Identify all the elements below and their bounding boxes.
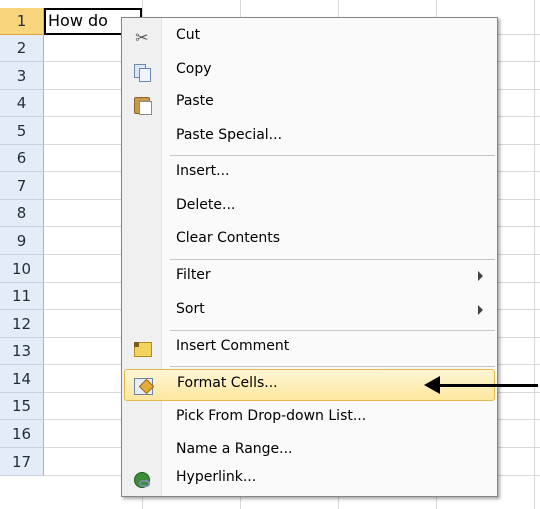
row-header[interactable]: 11 [0,283,44,310]
row-header[interactable]: 1 [0,8,44,35]
menu-item-label: Insert Comment [176,338,290,354]
menu-item-label: Copy [176,61,212,77]
row-header[interactable]: 13 [0,338,44,365]
row-number: 13 [11,342,32,360]
row-number: 14 [11,369,32,388]
menu-item-insert-comment[interactable]: Insert Comment [124,333,495,365]
row-number: 7 [16,176,27,195]
menu-item-label: Filter [176,267,211,283]
menu-item-label: Paste [176,93,214,109]
menu-item-label: Clear Contents [176,230,281,246]
comment-icon [132,339,152,359]
row-number: 2 [16,39,27,57]
submenu-arrow-icon [478,271,483,281]
menu-item-filter[interactable]: Filter [124,262,495,294]
row-number: 12 [11,314,32,333]
paste-icon [132,94,152,115]
menu-item-paste-special[interactable]: Paste Special... [124,122,495,154]
row-header[interactable]: 14 [0,365,44,393]
row-number: 9 [16,231,27,250]
row-header[interactable]: 2 [0,35,44,62]
menu-item-paste[interactable]: Paste [124,88,495,120]
row-number: 5 [16,121,27,140]
menu-item-label: Cut [176,27,201,43]
row-header[interactable]: 8 [0,200,44,227]
menu-item-label: Sort [176,301,205,317]
menu-item-label: Hyperlink... [176,469,257,485]
row-number: 15 [11,397,32,415]
menu-item-label: Name a Range... [176,441,293,457]
menu-item-label: Paste Special... [176,127,283,143]
row-header[interactable]: 9 [0,227,44,255]
menu-separator [170,330,495,331]
row-number: 17 [11,452,32,471]
row-number: 3 [16,66,27,85]
row-number: 11 [11,287,32,305]
menu-item-sort[interactable]: Sort [124,296,495,328]
menu-item-delete[interactable]: Delete... [124,192,495,224]
menu-separator [170,155,495,156]
hyperlink-icon [132,470,152,490]
row-number: 8 [16,204,27,222]
row-header[interactable]: 3 [0,62,44,90]
copy-icon [132,62,152,82]
row-header[interactable]: 4 [0,90,44,117]
context-menu: ✂ Cut Copy Paste Paste Special... Insert… [121,17,498,497]
submenu-arrow-icon [478,305,483,315]
menu-separator [170,259,495,260]
scissors-icon: ✂ [135,28,149,47]
row-header[interactable]: 15 [0,393,44,420]
menu-item-insert[interactable]: Insert... [124,158,495,190]
row-header[interactable]: 17 [0,448,44,476]
menu-item-label: Format Cells... [177,375,278,391]
menu-item-label: Delete... [176,197,236,213]
menu-item-clear-contents[interactable]: Clear Contents [124,225,495,257]
cell-a1-text: How do [48,11,108,30]
menu-item-pick-from-list[interactable]: Pick From Drop-down List... [124,403,495,435]
format-cells-icon [133,376,155,396]
row-number: 6 [16,149,27,167]
row-number: 1 [16,12,27,30]
row-header[interactable]: 7 [0,172,44,200]
menu-item-label: Pick From Drop-down List... [176,408,367,424]
annotation-arrow-icon [424,376,440,394]
row-number: 4 [16,94,27,112]
row-number: 16 [11,424,32,443]
row-header[interactable]: 5 [0,117,44,145]
row-header[interactable]: 6 [0,145,44,172]
menu-item-copy[interactable]: Copy [124,56,495,88]
menu-item-label: Insert... [176,163,230,179]
menu-separator [170,366,495,367]
row-header[interactable]: 12 [0,310,44,338]
annotation-arrow-line [430,384,538,387]
menu-item-hyperlink[interactable]: Hyperlink... [124,464,495,496]
row-header[interactable]: 16 [0,420,44,448]
row-header[interactable]: 10 [0,255,44,283]
menu-item-cut[interactable]: ✂ Cut [124,22,495,54]
row-number: 10 [11,259,32,278]
